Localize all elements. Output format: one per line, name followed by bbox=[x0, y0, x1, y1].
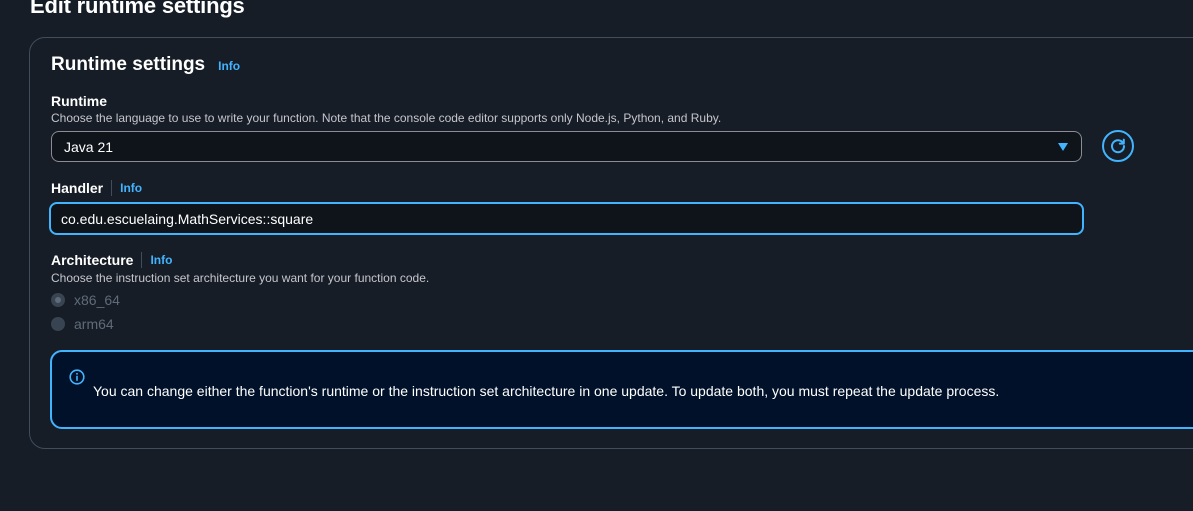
panel-header: Runtime settings Info bbox=[51, 54, 240, 76]
radio-x86-64[interactable]: x86_64 bbox=[51, 292, 120, 308]
label-separator bbox=[141, 252, 143, 268]
label-separator bbox=[111, 180, 113, 196]
architecture-label-text: Architecture bbox=[51, 252, 134, 268]
refresh-icon bbox=[1111, 138, 1126, 154]
caret-down-icon bbox=[1058, 143, 1068, 151]
runtime-select[interactable]: Java 21 bbox=[51, 131, 1082, 162]
handler-input[interactable] bbox=[49, 202, 1084, 235]
runtime-label: Runtime bbox=[51, 93, 107, 109]
runtime-select-value: Java 21 bbox=[64, 138, 114, 155]
radio-button-checked[interactable] bbox=[51, 293, 65, 307]
architecture-description: Choose the instruction set architecture … bbox=[51, 271, 430, 285]
runtime-label-text: Runtime bbox=[51, 93, 107, 109]
radio-button[interactable] bbox=[51, 317, 65, 331]
refresh-button[interactable] bbox=[1102, 130, 1134, 162]
alert-message: You can change either the function's run… bbox=[93, 383, 1000, 399]
handler-label: Handler Info bbox=[51, 180, 142, 196]
radio-arm64[interactable]: arm64 bbox=[51, 316, 114, 332]
architecture-label: Architecture Info bbox=[51, 252, 172, 268]
info-alert: You can change either the function's run… bbox=[50, 350, 1193, 429]
runtime-description: Choose the language to use to write your… bbox=[51, 111, 722, 125]
radio-label-x86-64: x86_64 bbox=[74, 292, 120, 308]
info-circle-icon bbox=[69, 369, 85, 385]
page-title: Edit runtime settings bbox=[30, 0, 245, 18]
handler-label-text: Handler bbox=[51, 180, 104, 196]
architecture-info-link[interactable]: Info bbox=[150, 253, 172, 267]
panel-info-link[interactable]: Info bbox=[218, 59, 240, 73]
panel-title: Runtime settings bbox=[51, 54, 206, 75]
handler-info-link[interactable]: Info bbox=[120, 181, 142, 195]
radio-label-arm64: arm64 bbox=[74, 316, 114, 332]
runtime-settings-panel: Runtime settings Info Runtime Choose the… bbox=[29, 37, 1193, 449]
